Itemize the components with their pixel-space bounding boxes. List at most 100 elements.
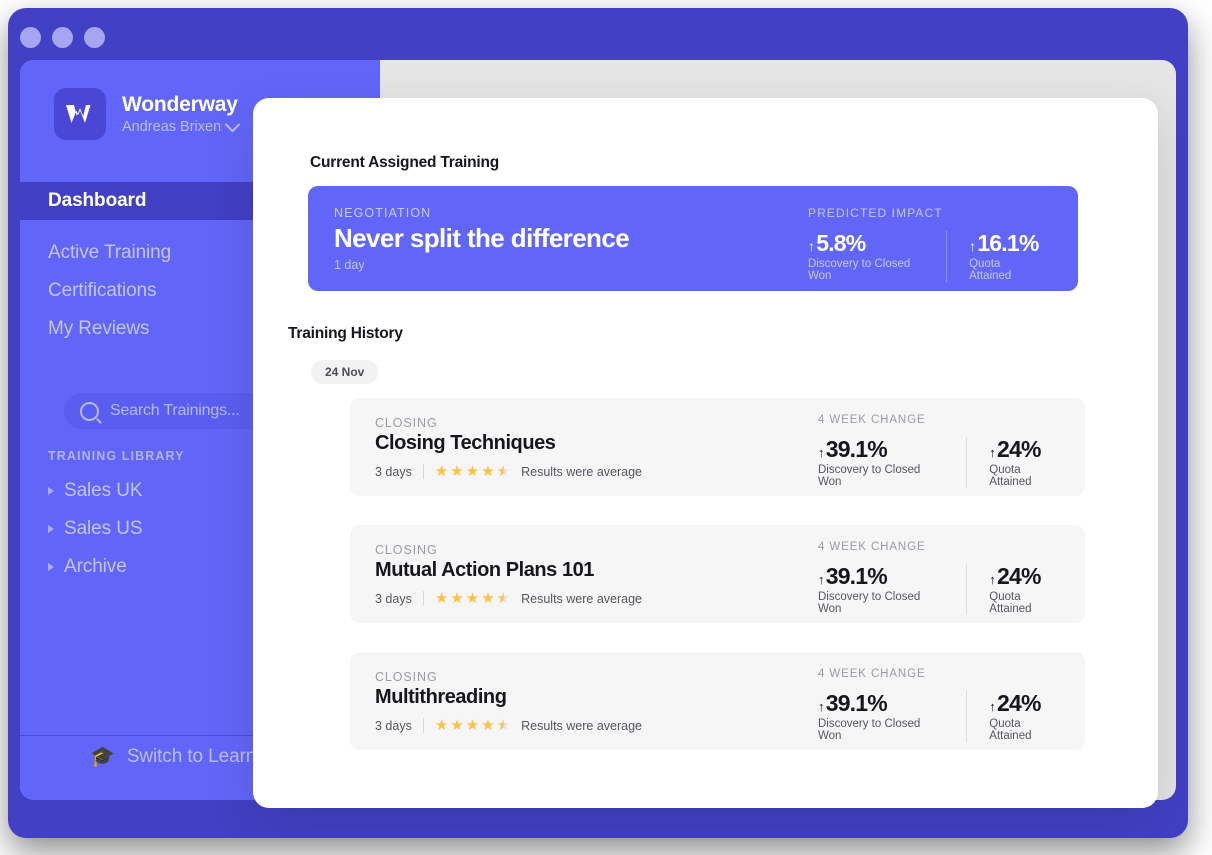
search-input[interactable]: Search Trainings... <box>110 402 240 420</box>
row-duration: 3 days <box>375 718 412 733</box>
brand-block[interactable]: Wonderway Andreas Brixen <box>54 88 241 140</box>
arrow-up-icon: ↑ <box>818 572 824 587</box>
metric-quota-attained: ↑ 24% Quota Attained <box>966 691 1085 743</box>
star-icon: ★ <box>465 463 480 480</box>
metric-value-block: ↑ 39.1% <box>818 691 946 715</box>
metric-value-block: ↑ 39.1% <box>818 564 946 588</box>
library-item-label: Sales UK <box>64 480 143 501</box>
maximize-dot[interactable] <box>84 27 105 48</box>
row-category: CLOSING <box>375 670 438 684</box>
training-history-list: CLOSING Closing Techniques 3 days ★ ★ ★ … <box>350 398 1085 779</box>
user-switcher[interactable]: Andreas Brixen <box>122 116 241 135</box>
star-icon: ★ <box>434 717 449 734</box>
arrow-up-icon: ↑ <box>969 238 976 254</box>
wonderway-logo-icon <box>54 88 106 140</box>
four-week-change-label: 4 WEEK CHANGE <box>818 414 926 426</box>
row-title: Closing Techniques <box>375 432 556 454</box>
minimize-dot[interactable] <box>52 27 73 48</box>
user-name: Andreas Brixen <box>122 118 222 135</box>
arrow-up-icon: ↑ <box>818 699 824 714</box>
row-meta: 3 days ★ ★ ★ ★ ★ Results were average <box>375 464 642 479</box>
chevron-down-icon <box>224 116 241 132</box>
window-titlebar <box>8 8 1188 60</box>
featured-metrics: PREDICTED IMPACT ↑ 5.8% Discovery to Clo… <box>808 206 1058 283</box>
star-half-icon: ★ <box>496 717 511 734</box>
metric-label: Discovery to Closed Won <box>818 591 921 616</box>
metric-value: 24% <box>996 690 1041 716</box>
row-metrics-row: ↑ 39.1% Discovery to Closed Won ↑ 24% Qu… <box>818 437 1085 489</box>
rating-stars: ★ ★ ★ ★ ★ <box>435 718 510 733</box>
featured-duration: 1 day <box>334 258 365 272</box>
chevron-right-icon <box>48 525 54 533</box>
metric-discovery-to-closed-won: ↑ 39.1% Discovery to Closed Won <box>818 564 966 615</box>
row-duration: 3 days <box>375 464 412 479</box>
meta-divider <box>422 591 424 606</box>
arrow-up-icon: ↑ <box>989 572 995 587</box>
search-trainings-box[interactable]: Search Trainings... <box>64 393 279 429</box>
row-rating-text: Results were average <box>521 718 643 733</box>
metric-value-block: ↑ 24% <box>989 437 1065 461</box>
metric-label: Quota Attained <box>969 258 1012 283</box>
star-icon: ★ <box>481 463 495 480</box>
sidebar-item-label: Active Training <box>48 242 172 263</box>
row-duration: 3 days <box>375 591 412 606</box>
training-history-heading: Training History <box>288 325 403 342</box>
row-metrics: 4 WEEK CHANGE ↑ 39.1% Discovery to Close… <box>818 414 1085 489</box>
star-icon: ★ <box>465 717 480 734</box>
star-icon: ★ <box>434 590 449 607</box>
row-metrics: 4 WEEK CHANGE ↑ 39.1% Discovery to Close… <box>818 668 1085 743</box>
star-half-icon: ★ <box>496 590 511 607</box>
table-row[interactable]: CLOSING Closing Techniques 3 days ★ ★ ★ … <box>350 398 1085 496</box>
metric-discovery-to-closed-won: ↑ 39.1% Discovery to Closed Won <box>818 437 966 488</box>
metric-value: 24% <box>996 563 1041 589</box>
four-week-change-label: 4 WEEK CHANGE <box>818 541 926 553</box>
library-item-label: Archive <box>64 556 127 577</box>
meta-divider <box>422 718 424 733</box>
star-icon: ★ <box>450 463 464 480</box>
chevron-right-icon <box>48 487 54 495</box>
graduation-cap-icon: 🎓 <box>90 746 115 768</box>
rating-stars: ★ ★ ★ ★ ★ <box>435 591 510 606</box>
metric-quota-attained: ↑ 16.1% Quota Attained <box>946 230 1058 283</box>
main-panel: Current Assigned Training NEGOTIATION Ne… <box>253 98 1158 808</box>
arrow-up-icon: ↑ <box>989 445 995 460</box>
switch-to-learner-label: Switch to Learner <box>126 746 273 767</box>
featured-title: Never split the difference <box>334 223 630 253</box>
current-assigned-training-heading: Current Assigned Training <box>310 154 500 171</box>
metric-value-block: ↑ 39.1% <box>818 437 946 461</box>
row-title: Mutual Action Plans 101 <box>375 559 594 581</box>
row-meta: 3 days ★ ★ ★ ★ ★ Results were average <box>375 591 642 606</box>
row-metrics: 4 WEEK CHANGE ↑ 39.1% Discovery to Close… <box>818 541 1085 616</box>
sidebar-item-label: Certifications <box>48 280 157 301</box>
arrow-up-icon: ↑ <box>989 699 995 714</box>
switch-to-learner-button[interactable]: 🎓 Switch to Learner <box>90 746 273 768</box>
row-meta: 3 days ★ ★ ★ ★ ★ Results were average <box>375 718 642 733</box>
rating-stars: ★ ★ ★ ★ ★ <box>435 464 510 479</box>
metric-value: 5.8% <box>816 230 866 256</box>
row-title: Multithreading <box>375 686 507 708</box>
metric-discovery-to-closed-won: ↑ 5.8% Discovery to Closed Won <box>808 231 946 282</box>
star-icon: ★ <box>450 590 464 607</box>
metric-value-block: ↑ 24% <box>989 564 1065 588</box>
row-rating-text: Results were average <box>521 591 643 606</box>
star-icon: ★ <box>465 590 480 607</box>
metric-value: 24% <box>996 436 1041 462</box>
star-icon: ★ <box>450 717 464 734</box>
library-item-label: Sales US <box>64 518 143 539</box>
featured-category: NEGOTIATION <box>334 206 432 220</box>
star-icon: ★ <box>481 717 495 734</box>
metric-value: 39.1% <box>825 436 888 462</box>
screenshot-root: Wonderway Andreas Brixen Dashboard Activ… <box>0 0 1212 855</box>
metric-quota-attained: ↑ 24% Quota Attained <box>966 564 1085 616</box>
featured-training-card[interactable]: NEGOTIATION Never split the difference 1… <box>308 186 1078 291</box>
metric-value: 39.1% <box>825 690 888 716</box>
table-row[interactable]: CLOSING Multithreading 3 days ★ ★ ★ ★ ★ … <box>350 652 1085 750</box>
metric-value-block: ↑ 24% <box>989 691 1065 715</box>
metric-label: Discovery to Closed Won <box>818 464 921 489</box>
metric-value: 16.1% <box>977 230 1039 256</box>
metric-quota-attained: ↑ 24% Quota Attained <box>966 437 1085 489</box>
table-row[interactable]: CLOSING Mutual Action Plans 101 3 days ★… <box>350 525 1085 623</box>
close-dot[interactable] <box>20 27 41 48</box>
metric-value-block: ↑ 5.8% <box>808 231 928 255</box>
metric-label: Quota Attained <box>989 591 1032 616</box>
